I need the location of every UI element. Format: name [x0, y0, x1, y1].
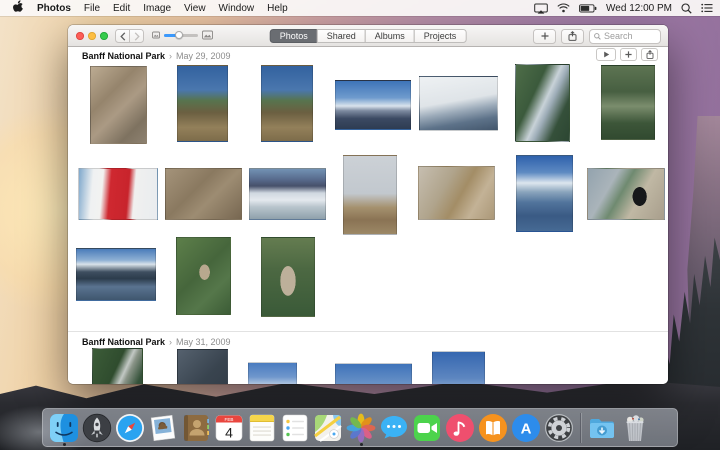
- close-button[interactable]: [76, 32, 84, 40]
- menu-help[interactable]: Help: [267, 3, 288, 14]
- spotlight-icon[interactable]: [681, 3, 692, 14]
- share-button[interactable]: [561, 29, 584, 44]
- photo-sky-clouds-1[interactable]: [248, 362, 297, 384]
- chevron-right-icon: ›: [169, 337, 172, 347]
- menu-image[interactable]: Image: [143, 3, 171, 14]
- small-thumbnails-icon: [152, 31, 160, 39]
- section-divider: [68, 331, 668, 332]
- add-button[interactable]: [533, 29, 556, 44]
- dock-calendar[interactable]: FEB 4: [214, 409, 244, 446]
- view-tabs: PhotosSharedAlbumsProjects: [270, 29, 467, 43]
- dock-divider: [580, 413, 581, 443]
- search-icon: [594, 33, 601, 40]
- photo-bighorn-sheep-portrait[interactable]: [261, 237, 315, 317]
- photo-forest-road-aerial[interactable]: [92, 348, 143, 384]
- tab-albums[interactable]: Albums: [365, 29, 415, 43]
- photo-grid-area: Banff National Park › May 29, 2009 Banff…: [68, 25, 668, 384]
- desktop: Photos File Edit Image View Window Help Wed 1…: [0, 0, 720, 450]
- dock-reminders[interactable]: [280, 409, 310, 446]
- album-title-link[interactable]: Banff National Park: [82, 337, 165, 347]
- zoom-slider-thumb[interactable]: [175, 31, 183, 39]
- zoom-slider-track[interactable]: [164, 34, 198, 37]
- dock-contacts[interactable]: [181, 409, 211, 446]
- dock-finder[interactable]: [49, 409, 79, 446]
- menu-edit[interactable]: Edit: [113, 3, 130, 14]
- dock-notes[interactable]: [247, 409, 277, 446]
- search-input[interactable]: [604, 31, 654, 41]
- battery-icon[interactable]: [579, 4, 597, 13]
- svg-text:A: A: [521, 420, 532, 437]
- large-thumbnails-icon: [202, 30, 213, 40]
- dock-launchpad[interactable]: [82, 409, 112, 446]
- dock-photos[interactable]: [346, 409, 376, 446]
- menu-file[interactable]: File: [84, 3, 100, 14]
- dock-itunes[interactable]: [445, 409, 475, 446]
- menu-bar: Photos File Edit Image View Window Help Wed 1…: [0, 0, 720, 16]
- dock-messages[interactable]: [379, 409, 409, 446]
- photo-sky-clouds-3[interactable]: [432, 351, 485, 384]
- photo-frozen-lake-mountains[interactable]: [249, 168, 326, 220]
- dock-maps[interactable]: [313, 409, 343, 446]
- photo-chairlift-trail-2[interactable]: [261, 65, 313, 142]
- photo-raven[interactable]: [587, 168, 665, 220]
- search-field[interactable]: [589, 29, 661, 44]
- thumbnail-zoom-slider: [152, 30, 213, 40]
- menu-window[interactable]: Window: [219, 3, 255, 14]
- photo-gondola-cable-forest[interactable]: [515, 64, 570, 142]
- display-mirroring-icon[interactable]: [534, 3, 548, 14]
- moment-header: Banff National Park › May 31, 2009: [82, 337, 231, 347]
- zoom-button[interactable]: [100, 32, 108, 40]
- svg-text:FEB: FEB: [225, 417, 234, 422]
- tab-photos[interactable]: Photos: [270, 29, 318, 43]
- photo-ground-squirrel[interactable]: [165, 168, 242, 220]
- dock-facetime[interactable]: [412, 409, 442, 446]
- dock-ibooks[interactable]: [478, 409, 508, 446]
- dock-system-preferences[interactable]: [544, 409, 574, 446]
- window-controls: [76, 32, 108, 40]
- photo-sky-clouds-2[interactable]: [335, 363, 412, 384]
- photo-rocky-cliff-goats[interactable]: [90, 66, 147, 144]
- photo-chipmunk-lookout[interactable]: [343, 155, 397, 235]
- photos-window: Banff National Park › May 29, 2009 Banff…: [68, 25, 668, 384]
- photo-dark-mountain-slope[interactable]: [177, 349, 228, 384]
- svg-text:4: 4: [225, 424, 233, 440]
- moment-date: May 31, 2009: [176, 337, 231, 347]
- dock-mail[interactable]: [148, 409, 178, 446]
- photo-mountain-lake-panorama[interactable]: [76, 248, 156, 301]
- navigation-buttons: [115, 29, 144, 43]
- dock-trash[interactable]: [620, 409, 650, 446]
- menu-view[interactable]: View: [184, 3, 206, 14]
- dock-downloads[interactable]: [587, 409, 617, 446]
- dock-app-store[interactable]: A: [511, 409, 541, 446]
- photo-canada-flag[interactable]: [78, 168, 158, 220]
- tab-shared[interactable]: Shared: [317, 29, 366, 43]
- photo-chairlift-trail-1[interactable]: [177, 65, 228, 142]
- photo-chipmunk-closeup[interactable]: [418, 166, 495, 220]
- photo-gondola-tower[interactable]: [419, 76, 498, 131]
- photo-mountain-valley[interactable]: [335, 80, 411, 130]
- toolbar-right: [533, 29, 661, 44]
- apple-menu-icon[interactable]: [13, 0, 24, 16]
- back-button[interactable]: [115, 29, 130, 43]
- dock: FEB 4 A: [42, 408, 678, 447]
- tab-projects[interactable]: Projects: [414, 29, 467, 43]
- photo-lake-sky-reflection[interactable]: [516, 155, 573, 232]
- forward-button[interactable]: [129, 29, 144, 43]
- minimize-button[interactable]: [88, 32, 96, 40]
- photo-bighorn-sheep-hillside[interactable]: [176, 237, 231, 315]
- photo-gondola-valley-aerial[interactable]: [601, 65, 655, 140]
- menu-app-name[interactable]: Photos: [37, 3, 71, 14]
- window-toolbar: PhotosSharedAlbumsProjects: [68, 25, 668, 47]
- notification-center-icon[interactable]: [701, 3, 713, 13]
- menu-clock[interactable]: Wed 12:00 PM: [606, 3, 672, 14]
- wifi-icon[interactable]: [557, 3, 570, 13]
- dock-safari[interactable]: [115, 409, 145, 446]
